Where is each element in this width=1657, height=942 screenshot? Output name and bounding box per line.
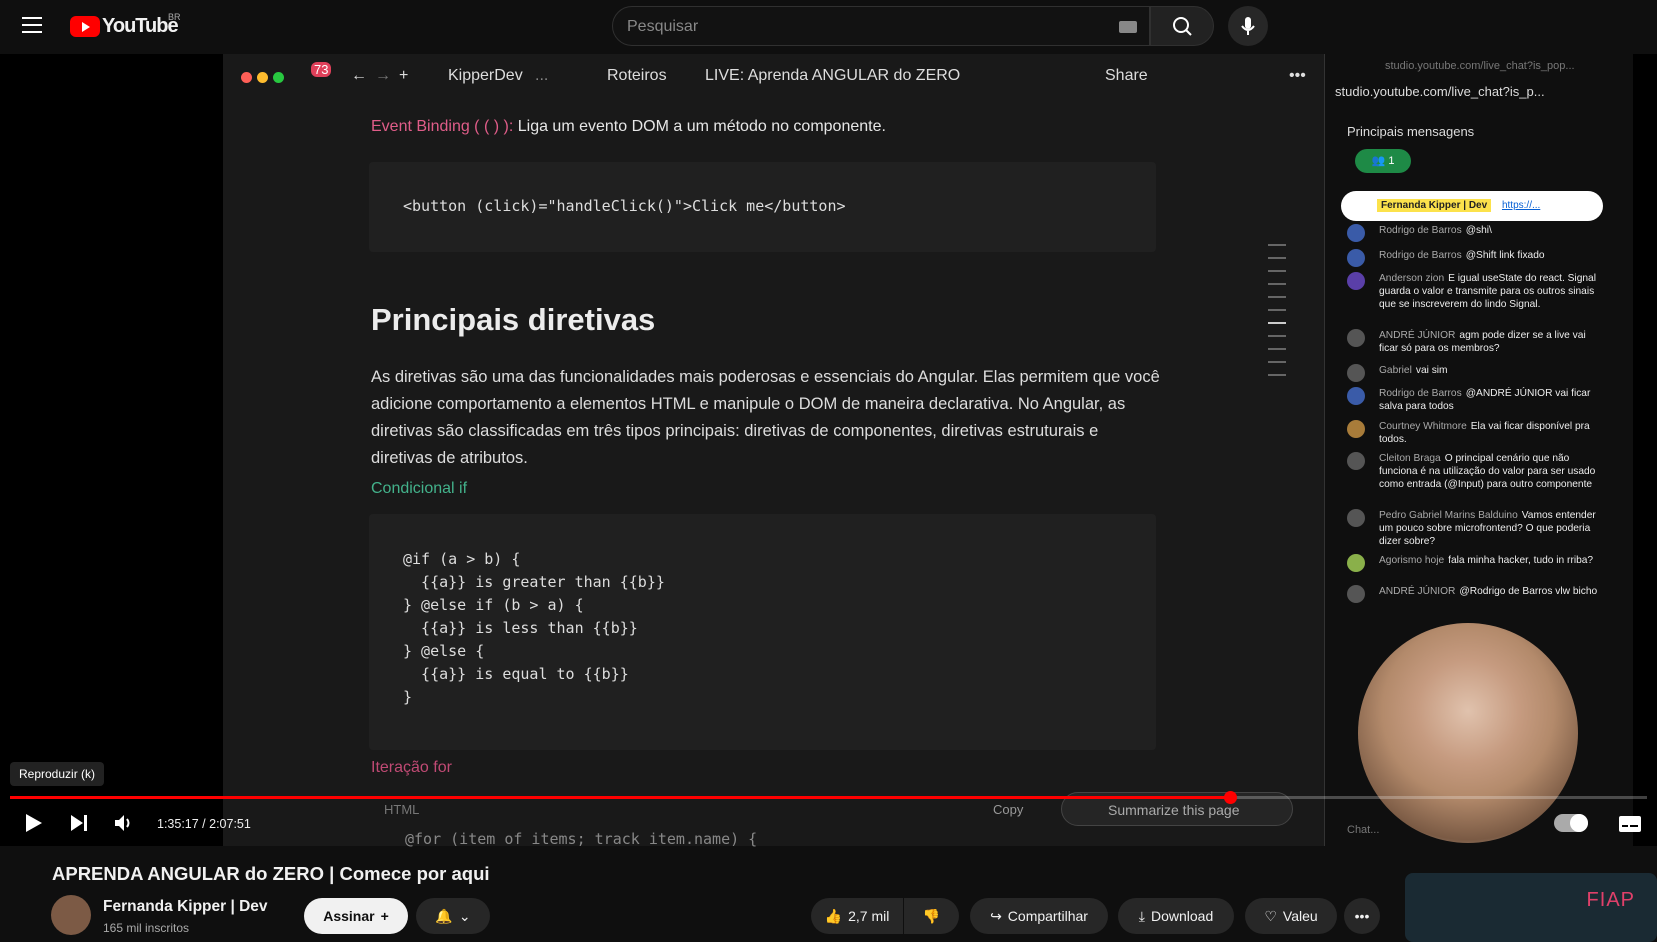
search-button[interactable] xyxy=(1150,6,1214,46)
play-icon[interactable] xyxy=(22,812,44,834)
subtitles-icon[interactable] xyxy=(1618,815,1642,833)
chat-message: Agorismo hoje fala minha hacker, tudo in … xyxy=(1347,554,1599,572)
share-button[interactable]: ↪ Compartilhar xyxy=(970,898,1108,934)
download-button[interactable]: ⤓ Download xyxy=(1118,898,1234,934)
heart-dollar-icon: ♡ xyxy=(1264,907,1277,924)
chat-message: Rodrigo de Barros @ANDRÉ JÚNIOR vai ficar… xyxy=(1347,387,1599,413)
back-icon: ← xyxy=(351,67,367,84)
chevron-down-icon: ⌄ xyxy=(458,907,471,924)
chat-message: Gabriel vai sim xyxy=(1347,364,1599,382)
outline-scroll-marks xyxy=(1268,244,1286,387)
country-code: BR xyxy=(168,12,181,22)
chat-message: Rodrigo de Barros @Shift link fixado xyxy=(1347,249,1599,267)
forward-icon: → xyxy=(375,67,391,84)
maximize-dot xyxy=(273,72,284,83)
more-icon: ••• xyxy=(1289,67,1306,84)
viewer-pill: 👥 1 xyxy=(1355,149,1411,173)
share-label: Compartilhar xyxy=(1007,908,1088,924)
chat-message: Cleiton Braga O principal cenário que não… xyxy=(1347,452,1599,491)
like-count: 2,7 mil xyxy=(848,908,890,924)
event-binding-line: Event Binding ( ( ) ): Liga um evento DO… xyxy=(371,118,886,136)
channel-avatar[interactable] xyxy=(51,895,91,935)
event-binding-text: Liga um evento DOM a um método no compon… xyxy=(517,118,886,135)
ad-brand: FIAP xyxy=(1586,889,1635,911)
thumbs-up-icon: 👍 xyxy=(824,907,843,924)
thumbs-down-icon: 👎 xyxy=(922,907,941,924)
chat-message: Courtney Whitmore Ela vai ficar disponíve… xyxy=(1347,420,1599,446)
add-icon: + xyxy=(399,67,409,84)
browser-toolbar: 73 ← → + KipperDev ... Roteiros LIVE: Ap… xyxy=(223,54,1324,96)
pinned-author: Fernanda Kipper | Dev xyxy=(1377,199,1492,212)
youtube-logo[interactable]: YouTube xyxy=(70,15,179,38)
chat-window-title: studio.youtube.com/live_chat?is_pop... xyxy=(1385,60,1575,72)
breadcrumb-ellipsis: ... xyxy=(535,67,549,84)
search-box[interactable] xyxy=(612,6,1150,46)
search-input[interactable] xyxy=(627,16,1087,38)
chat-url-bar: studio.youtube.com/live_chat?is_p... xyxy=(1335,84,1545,99)
play-tooltip: Reproduzir (k) xyxy=(10,762,105,786)
plus-icon: + xyxy=(380,908,389,924)
voice-search-button[interactable] xyxy=(1228,6,1268,46)
shared-screen: 73 ← → + KipperDev ... Roteiros LIVE: Ap… xyxy=(223,54,1324,848)
notifications-button[interactable]: 🔔 ⌄ xyxy=(416,898,490,934)
autoplay-toggle[interactable] xyxy=(1554,814,1588,832)
search-icon xyxy=(1173,17,1192,36)
subscriber-count: 165 mil inscritos xyxy=(103,921,190,935)
subscribe-label: Assinar xyxy=(323,908,375,924)
pinned-message: Fernanda Kipper | Dev https://... xyxy=(1341,191,1603,221)
chat-message: ANDRÉ JÚNIOR agm pode dizer se a live vai… xyxy=(1347,329,1599,355)
dislike-button[interactable]: 👎 xyxy=(904,898,959,934)
chat-message: Anderson zion E igual useState do react. … xyxy=(1347,272,1599,311)
chat-message: Rodrigo de Barros @shi\ xyxy=(1347,224,1599,242)
download-label: Download xyxy=(1150,908,1214,924)
video-title: APRENDA ANGULAR do ZERO | Comece por aqu… xyxy=(52,863,490,884)
breadcrumb-folder: Roteiros xyxy=(607,67,667,84)
minimize-dot xyxy=(257,72,268,83)
more-actions-button[interactable]: ••• xyxy=(1344,898,1380,934)
bell-icon: 🔔 xyxy=(435,907,453,924)
keyboard-icon[interactable] xyxy=(1119,21,1137,33)
download-icon: ⤓ xyxy=(1138,907,1145,924)
menu-icon[interactable] xyxy=(22,17,42,33)
next-icon[interactable] xyxy=(68,812,90,834)
mic-icon xyxy=(1241,17,1255,35)
tab-count-badge: 73 xyxy=(311,62,332,77)
youtube-header: YouTube BR xyxy=(0,0,1657,54)
section-paragraph: As diretivas são uma das funcionalidades… xyxy=(371,368,1160,467)
share-label: Share xyxy=(1105,67,1148,84)
pinned-link: https://... xyxy=(1501,200,1541,211)
channel-name[interactable]: Fernanda Kipper | Dev xyxy=(103,898,268,916)
chat-message: ANDRÉ JÚNIOR @Rodrigo de Barros vlw bicho xyxy=(1347,585,1599,603)
code-block-if: @if (a > b) { {{a}} is greater than {{b}… xyxy=(369,514,1156,750)
more-horizontal-icon: ••• xyxy=(1354,908,1370,924)
share-icon: ↪ xyxy=(990,907,1002,924)
code-block-button: <button (click)="handleClick()">Click me… xyxy=(369,162,1156,252)
section-heading: Principais diretivas xyxy=(371,302,656,337)
progress-bar[interactable] xyxy=(10,791,1647,804)
thanks-button[interactable]: ♡ Valeu xyxy=(1245,898,1337,934)
breadcrumb-page: LIVE: Aprenda ANGULAR do ZERO xyxy=(705,67,961,84)
subscribe-button[interactable]: Assinar + xyxy=(304,898,408,934)
subheading-if: Condicional if xyxy=(371,480,468,497)
volume-icon[interactable] xyxy=(112,812,134,834)
ad-thumbnail[interactable]: FIAP xyxy=(1405,873,1657,942)
close-dot xyxy=(241,72,252,83)
thanks-label: Valeu xyxy=(1282,908,1318,924)
subheading-for: Iteração for xyxy=(371,759,452,776)
chat-message: Pedro Gabriel Marins Balduino Vamos enten… xyxy=(1347,509,1599,548)
progress-fill xyxy=(10,796,1230,799)
time-display: 1:35:17 / 2:07:51 xyxy=(157,817,251,831)
like-button[interactable]: 👍 2,7 mil xyxy=(811,898,903,934)
youtube-play-icon xyxy=(70,16,100,37)
scrubber-handle[interactable] xyxy=(1223,791,1237,804)
chat-header: Principais mensagens xyxy=(1347,124,1475,139)
breadcrumb-workspace: KipperDev xyxy=(448,67,523,84)
logo-text: YouTube xyxy=(102,15,179,37)
event-binding-label: Event Binding ( ( ) ): xyxy=(371,118,514,135)
